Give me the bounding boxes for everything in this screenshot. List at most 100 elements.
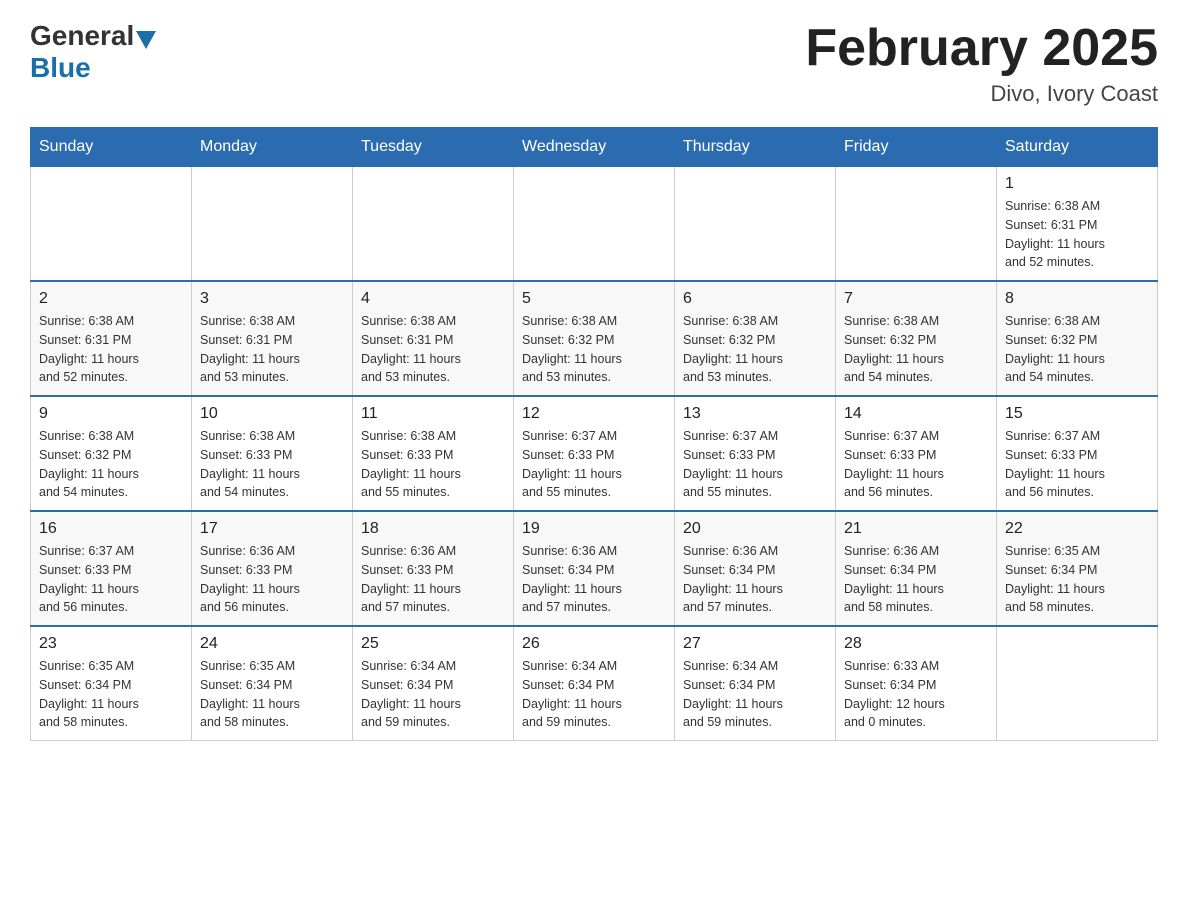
calendar-day-cell bbox=[675, 167, 836, 282]
day-sun-info: Sunrise: 6:34 AMSunset: 6:34 PMDaylight:… bbox=[361, 657, 505, 732]
day-number: 24 bbox=[200, 635, 344, 653]
day-number: 1 bbox=[1005, 175, 1149, 193]
day-number: 14 bbox=[844, 405, 988, 423]
day-sun-info: Sunrise: 6:38 AMSunset: 6:31 PMDaylight:… bbox=[200, 312, 344, 387]
day-sun-info: Sunrise: 6:38 AMSunset: 6:31 PMDaylight:… bbox=[1005, 197, 1149, 272]
day-of-week-header: Tuesday bbox=[353, 128, 514, 167]
logo-general-text: General bbox=[30, 20, 134, 52]
day-sun-info: Sunrise: 6:36 AMSunset: 6:33 PMDaylight:… bbox=[361, 542, 505, 617]
day-sun-info: Sunrise: 6:38 AMSunset: 6:31 PMDaylight:… bbox=[39, 312, 183, 387]
day-number: 17 bbox=[200, 520, 344, 538]
day-of-week-header: Saturday bbox=[997, 128, 1158, 167]
logo: General Blue bbox=[30, 20, 158, 84]
day-sun-info: Sunrise: 6:38 AMSunset: 6:33 PMDaylight:… bbox=[200, 427, 344, 502]
calendar-day-cell: 19 Sunrise: 6:36 AMSunset: 6:34 PMDayligh… bbox=[514, 511, 675, 626]
day-sun-info: Sunrise: 6:38 AMSunset: 6:33 PMDaylight:… bbox=[361, 427, 505, 502]
calendar-day-cell bbox=[31, 167, 192, 282]
days-header-row: SundayMondayTuesdayWednesdayThursdayFrid… bbox=[31, 128, 1158, 167]
calendar-day-cell: 7 Sunrise: 6:38 AMSunset: 6:32 PMDaylight… bbox=[836, 281, 997, 396]
calendar-day-cell bbox=[514, 167, 675, 282]
calendar-week-row: 2 Sunrise: 6:38 AMSunset: 6:31 PMDaylight… bbox=[31, 281, 1158, 396]
calendar-day-cell bbox=[836, 167, 997, 282]
day-number: 7 bbox=[844, 290, 988, 308]
calendar-week-row: 23 Sunrise: 6:35 AMSunset: 6:34 PMDayligh… bbox=[31, 626, 1158, 741]
logo-triangle-icon bbox=[136, 31, 156, 49]
calendar-day-cell: 18Sunrise: 6:36 AMSunset: 6:33 PMDayligh… bbox=[353, 511, 514, 626]
day-of-week-header: Sunday bbox=[31, 128, 192, 167]
calendar-day-cell: 1 Sunrise: 6:38 AMSunset: 6:31 PMDaylight… bbox=[997, 167, 1158, 282]
calendar-day-cell: 27Sunrise: 6:34 AMSunset: 6:34 PMDayligh… bbox=[675, 626, 836, 741]
calendar-day-cell: 9 Sunrise: 6:38 AMSunset: 6:32 PMDaylight… bbox=[31, 396, 192, 511]
calendar-day-cell: 11 Sunrise: 6:38 AMSunset: 6:33 PMDayligh… bbox=[353, 396, 514, 511]
day-number: 26 bbox=[522, 635, 666, 653]
calendar-day-cell bbox=[997, 626, 1158, 741]
day-sun-info: Sunrise: 6:38 AMSunset: 6:32 PMDaylight:… bbox=[844, 312, 988, 387]
day-sun-info: Sunrise: 6:35 AMSunset: 6:34 PMDaylight:… bbox=[1005, 542, 1149, 617]
calendar-day-cell: 28 Sunrise: 6:33 AMSunset: 6:34 PMDayligh… bbox=[836, 626, 997, 741]
calendar-day-cell: 25 Sunrise: 6:34 AMSunset: 6:34 PMDayligh… bbox=[353, 626, 514, 741]
calendar-day-cell: 23 Sunrise: 6:35 AMSunset: 6:34 PMDayligh… bbox=[31, 626, 192, 741]
day-number: 9 bbox=[39, 405, 183, 423]
calendar-day-cell: 14 Sunrise: 6:37 AMSunset: 6:33 PMDayligh… bbox=[836, 396, 997, 511]
day-sun-info: Sunrise: 6:36 AMSunset: 6:34 PMDaylight:… bbox=[683, 542, 827, 617]
calendar-day-cell: 26Sunrise: 6:34 AMSunset: 6:34 PMDayligh… bbox=[514, 626, 675, 741]
calendar-day-cell: 13 Sunrise: 6:37 AMSunset: 6:33 PMDayligh… bbox=[675, 396, 836, 511]
day-number: 25 bbox=[361, 635, 505, 653]
day-sun-info: Sunrise: 6:37 AMSunset: 6:33 PMDaylight:… bbox=[1005, 427, 1149, 502]
calendar-day-cell: 17 Sunrise: 6:36 AMSunset: 6:33 PMDayligh… bbox=[192, 511, 353, 626]
day-number: 16 bbox=[39, 520, 183, 538]
location-subtitle: Divo, Ivory Coast bbox=[805, 81, 1158, 107]
day-number: 4 bbox=[361, 290, 505, 308]
day-sun-info: Sunrise: 6:37 AMSunset: 6:33 PMDaylight:… bbox=[844, 427, 988, 502]
month-title: February 2025 bbox=[805, 20, 1158, 77]
logo-blue-text: Blue bbox=[30, 52, 91, 83]
day-number: 19 bbox=[522, 520, 666, 538]
calendar-day-cell bbox=[192, 167, 353, 282]
day-number: 20 bbox=[683, 520, 827, 538]
day-sun-info: Sunrise: 6:38 AMSunset: 6:32 PMDaylight:… bbox=[1005, 312, 1149, 387]
calendar-week-row: 1 Sunrise: 6:38 AMSunset: 6:31 PMDaylight… bbox=[31, 167, 1158, 282]
day-sun-info: Sunrise: 6:38 AMSunset: 6:32 PMDaylight:… bbox=[39, 427, 183, 502]
day-number: 6 bbox=[683, 290, 827, 308]
calendar-day-cell: 6 Sunrise: 6:38 AMSunset: 6:32 PMDaylight… bbox=[675, 281, 836, 396]
day-number: 13 bbox=[683, 405, 827, 423]
day-number: 28 bbox=[844, 635, 988, 653]
day-sun-info: Sunrise: 6:38 AMSunset: 6:32 PMDaylight:… bbox=[522, 312, 666, 387]
day-number: 23 bbox=[39, 635, 183, 653]
day-sun-info: Sunrise: 6:33 AMSunset: 6:34 PMDaylight:… bbox=[844, 657, 988, 732]
day-sun-info: Sunrise: 6:36 AMSunset: 6:34 PMDaylight:… bbox=[522, 542, 666, 617]
calendar-day-cell: 12 Sunrise: 6:37 AMSunset: 6:33 PMDayligh… bbox=[514, 396, 675, 511]
day-sun-info: Sunrise: 6:36 AMSunset: 6:34 PMDaylight:… bbox=[844, 542, 988, 617]
day-of-week-header: Friday bbox=[836, 128, 997, 167]
calendar-body: 1 Sunrise: 6:38 AMSunset: 6:31 PMDaylight… bbox=[31, 167, 1158, 741]
day-sun-info: Sunrise: 6:38 AMSunset: 6:31 PMDaylight:… bbox=[361, 312, 505, 387]
day-number: 15 bbox=[1005, 405, 1149, 423]
calendar-day-cell: 4 Sunrise: 6:38 AMSunset: 6:31 PMDaylight… bbox=[353, 281, 514, 396]
calendar-day-cell: 21 Sunrise: 6:36 AMSunset: 6:34 PMDayligh… bbox=[836, 511, 997, 626]
day-sun-info: Sunrise: 6:34 AMSunset: 6:34 PMDaylight:… bbox=[683, 657, 827, 732]
day-number: 21 bbox=[844, 520, 988, 538]
calendar-day-cell: 3 Sunrise: 6:38 AMSunset: 6:31 PMDaylight… bbox=[192, 281, 353, 396]
day-number: 5 bbox=[522, 290, 666, 308]
day-sun-info: Sunrise: 6:37 AMSunset: 6:33 PMDaylight:… bbox=[522, 427, 666, 502]
calendar-week-row: 9 Sunrise: 6:38 AMSunset: 6:32 PMDaylight… bbox=[31, 396, 1158, 511]
day-number: 10 bbox=[200, 405, 344, 423]
day-number: 3 bbox=[200, 290, 344, 308]
day-sun-info: Sunrise: 6:35 AMSunset: 6:34 PMDaylight:… bbox=[39, 657, 183, 732]
calendar-week-row: 16Sunrise: 6:37 AMSunset: 6:33 PMDayligh… bbox=[31, 511, 1158, 626]
day-sun-info: Sunrise: 6:36 AMSunset: 6:33 PMDaylight:… bbox=[200, 542, 344, 617]
day-number: 11 bbox=[361, 405, 505, 423]
day-sun-info: Sunrise: 6:37 AMSunset: 6:33 PMDaylight:… bbox=[683, 427, 827, 502]
calendar-table: SundayMondayTuesdayWednesdayThursdayFrid… bbox=[30, 127, 1158, 741]
day-sun-info: Sunrise: 6:35 AMSunset: 6:34 PMDaylight:… bbox=[200, 657, 344, 732]
calendar-day-cell: 2 Sunrise: 6:38 AMSunset: 6:31 PMDaylight… bbox=[31, 281, 192, 396]
day-sun-info: Sunrise: 6:38 AMSunset: 6:32 PMDaylight:… bbox=[683, 312, 827, 387]
day-number: 22 bbox=[1005, 520, 1149, 538]
day-number: 12 bbox=[522, 405, 666, 423]
day-number: 8 bbox=[1005, 290, 1149, 308]
calendar-day-cell: 10 Sunrise: 6:38 AMSunset: 6:33 PMDayligh… bbox=[192, 396, 353, 511]
day-number: 2 bbox=[39, 290, 183, 308]
title-section: February 2025 Divo, Ivory Coast bbox=[805, 20, 1158, 107]
day-of-week-header: Monday bbox=[192, 128, 353, 167]
calendar-day-cell: 20 Sunrise: 6:36 AMSunset: 6:34 PMDayligh… bbox=[675, 511, 836, 626]
